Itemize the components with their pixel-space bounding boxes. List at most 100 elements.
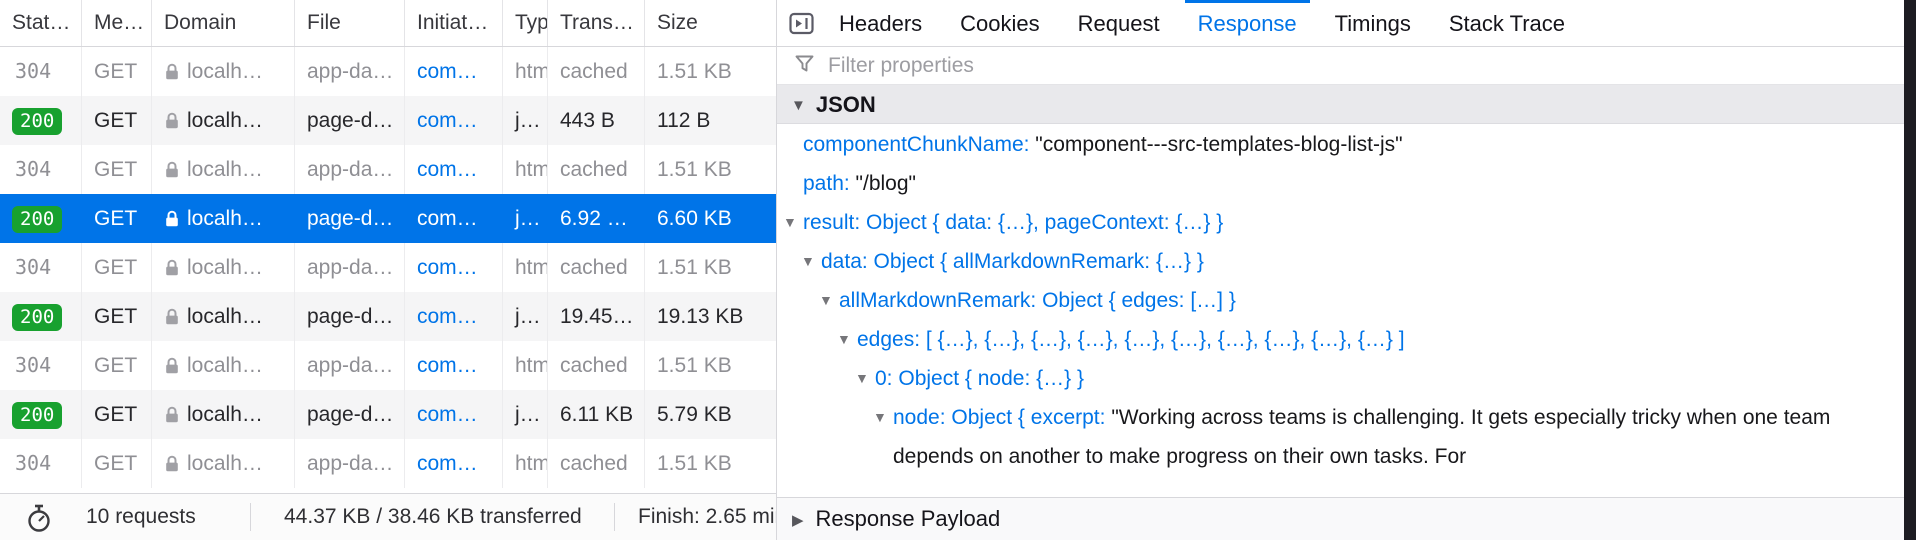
column-header-transferred[interactable]: Trans… — [548, 0, 645, 46]
cell-type: htm — [503, 145, 548, 194]
stopwatch-icon[interactable] — [24, 503, 54, 538]
filter-properties-input[interactable] — [826, 53, 1726, 79]
json-tree-line[interactable]: ▼0: Object { node: {…} } — [777, 359, 1904, 398]
json-object-preview: Object { allMarkdownRemark: {…} } — [874, 250, 1204, 273]
column-header-status[interactable]: Stat… — [0, 0, 82, 46]
cell-domain: localh… — [152, 47, 295, 96]
funnel-icon — [793, 52, 816, 80]
cell-file: app-da… — [295, 341, 405, 390]
cell-type: htm — [503, 341, 548, 390]
transferred-summary: 44.37 KB / 38.46 KB transferred — [284, 494, 582, 540]
column-header-type[interactable]: Typ — [503, 0, 548, 46]
json-tree-line[interactable]: ▼node: Object { excerpt: "Working across… — [777, 398, 1904, 476]
table-row[interactable]: 200 GET localh… page-d… com… j… 6.11 KB … — [0, 390, 776, 439]
tab-headers[interactable]: Headers — [826, 0, 935, 47]
cell-method: GET — [82, 292, 152, 341]
window-edge — [1904, 0, 1916, 540]
cell-status: 304 — [0, 47, 82, 96]
status-badge: 200 — [12, 304, 62, 331]
cell-initiator: com… — [405, 439, 503, 488]
cell-size: 19.13 KB — [645, 292, 776, 341]
cell-method: GET — [82, 390, 152, 439]
json-tree-line[interactable]: path: "/blog" — [777, 164, 1904, 203]
column-header-file[interactable]: File — [295, 0, 405, 46]
chevron-down-icon[interactable]: ▼ — [819, 281, 833, 320]
chevron-down-icon[interactable]: ▼ — [801, 242, 815, 281]
cell-initiator: com… — [405, 47, 503, 96]
cell-size: 112 B — [645, 96, 776, 145]
json-tree-line[interactable]: ▼result: Object { data: {…}, pageContext… — [777, 203, 1904, 242]
table-row[interactable]: 304 GET localh… app-da… com… htm cached … — [0, 47, 776, 96]
json-object-preview: Object { data: {…}, pageContext: {…} } — [866, 211, 1223, 234]
tab-cookies[interactable]: Cookies — [947, 0, 1052, 47]
json-key: allMarkdownRemark: — [839, 289, 1042, 312]
cell-type: j… — [503, 390, 548, 439]
lock-icon — [164, 295, 180, 341]
json-tree-line[interactable]: componentChunkName: "component---src-tem… — [777, 125, 1904, 164]
cell-domain: localh… — [152, 96, 295, 145]
cell-file: page-d… — [295, 390, 405, 439]
column-header-domain[interactable]: Domain — [152, 0, 295, 46]
lock-icon — [164, 246, 180, 292]
json-section-label: JSON — [816, 92, 876, 117]
column-header-method[interactable]: Me… — [82, 0, 152, 46]
cell-domain: localh… — [152, 292, 295, 341]
table-row[interactable]: 304 GET localh… app-da… com… htm cached … — [0, 439, 776, 488]
response-payload-label: Response Payload — [816, 506, 1001, 531]
cell-method: GET — [82, 439, 152, 488]
detail-tabs-bar: Headers Cookies Request Response Timings Stac… — [777, 0, 1904, 47]
cell-transferred: 19.45… — [548, 292, 645, 341]
json-value: "/blog" — [856, 172, 916, 195]
json-key: componentChunkName: — [803, 133, 1035, 156]
cell-initiator: com… — [405, 194, 503, 243]
cell-method: GET — [82, 96, 152, 145]
table-row[interactable]: 200 GET localh… page-d… com… j… 443 B 11… — [0, 96, 776, 145]
table-row[interactable]: 304 GET localh… app-da… com… htm cached … — [0, 341, 776, 390]
json-tree-line[interactable]: ▼edges: [ {…}, {…}, {…}, {…}, {…}, {…}, … — [777, 320, 1904, 359]
sidebar-toggle-icon[interactable] — [786, 8, 816, 38]
lock-icon — [164, 442, 180, 488]
chevron-right-icon: ▶ — [792, 500, 804, 540]
cell-size: 1.51 KB — [645, 439, 776, 488]
json-object-preview: Object { — [951, 406, 1030, 429]
cell-file: page-d… — [295, 194, 405, 243]
tab-stack-trace[interactable]: Stack Trace — [1436, 0, 1578, 47]
table-row[interactable]: 200 GET localh… page-d… com… j… 6.92 … 6… — [0, 194, 776, 243]
cell-type: htm — [503, 243, 548, 292]
cell-initiator: com… — [405, 341, 503, 390]
tab-timings[interactable]: Timings — [1322, 0, 1424, 47]
json-value: "component---src-templates-blog-list-js" — [1035, 133, 1402, 156]
column-header-size[interactable]: Size — [645, 0, 776, 46]
cell-file: app-da… — [295, 243, 405, 292]
json-tree-line[interactable]: ▼data: Object { allMarkdownRemark: {…} } — [777, 242, 1904, 281]
cell-file: app-da… — [295, 47, 405, 96]
cell-transferred: cached — [548, 439, 645, 488]
cell-transferred: 6.11 KB — [548, 390, 645, 439]
table-row[interactable]: 304 GET localh… app-da… com… htm cached … — [0, 145, 776, 194]
cell-transferred: 443 B — [548, 96, 645, 145]
chevron-down-icon[interactable]: ▼ — [873, 398, 887, 437]
chevron-down-icon: ▼ — [791, 86, 806, 125]
status-badge: 200 — [12, 108, 62, 135]
column-header-initiator[interactable]: Initiat… — [405, 0, 503, 46]
json-section-header[interactable]: ▼ JSON — [777, 85, 1904, 124]
lock-icon — [164, 50, 180, 96]
cell-initiator: com… — [405, 243, 503, 292]
json-tree-line[interactable]: ▼allMarkdownRemark: Object { edges: […] … — [777, 281, 1904, 320]
response-payload-section[interactable]: ▶ Response Payload — [777, 497, 1904, 540]
json-key: excerpt: — [1031, 406, 1112, 429]
chevron-down-icon[interactable]: ▼ — [837, 320, 851, 359]
cell-file: page-d… — [295, 96, 405, 145]
cell-type: j… — [503, 194, 548, 243]
chevron-down-icon[interactable]: ▼ — [855, 359, 869, 398]
cell-status: 200 — [0, 390, 82, 439]
table-row[interactable]: 200 GET localh… page-d… com… j… 19.45… 1… — [0, 292, 776, 341]
tab-response[interactable]: Response — [1185, 0, 1310, 47]
cell-initiator: com… — [405, 292, 503, 341]
table-row[interactable]: 304 GET localh… app-da… com… htm cached … — [0, 243, 776, 292]
properties-filter-row — [777, 47, 1904, 85]
status-badge: 200 — [12, 206, 62, 233]
request-rows: 304 GET localh… app-da… com… htm cached … — [0, 47, 776, 488]
chevron-down-icon[interactable]: ▼ — [783, 203, 797, 242]
tab-request[interactable]: Request — [1065, 0, 1173, 47]
